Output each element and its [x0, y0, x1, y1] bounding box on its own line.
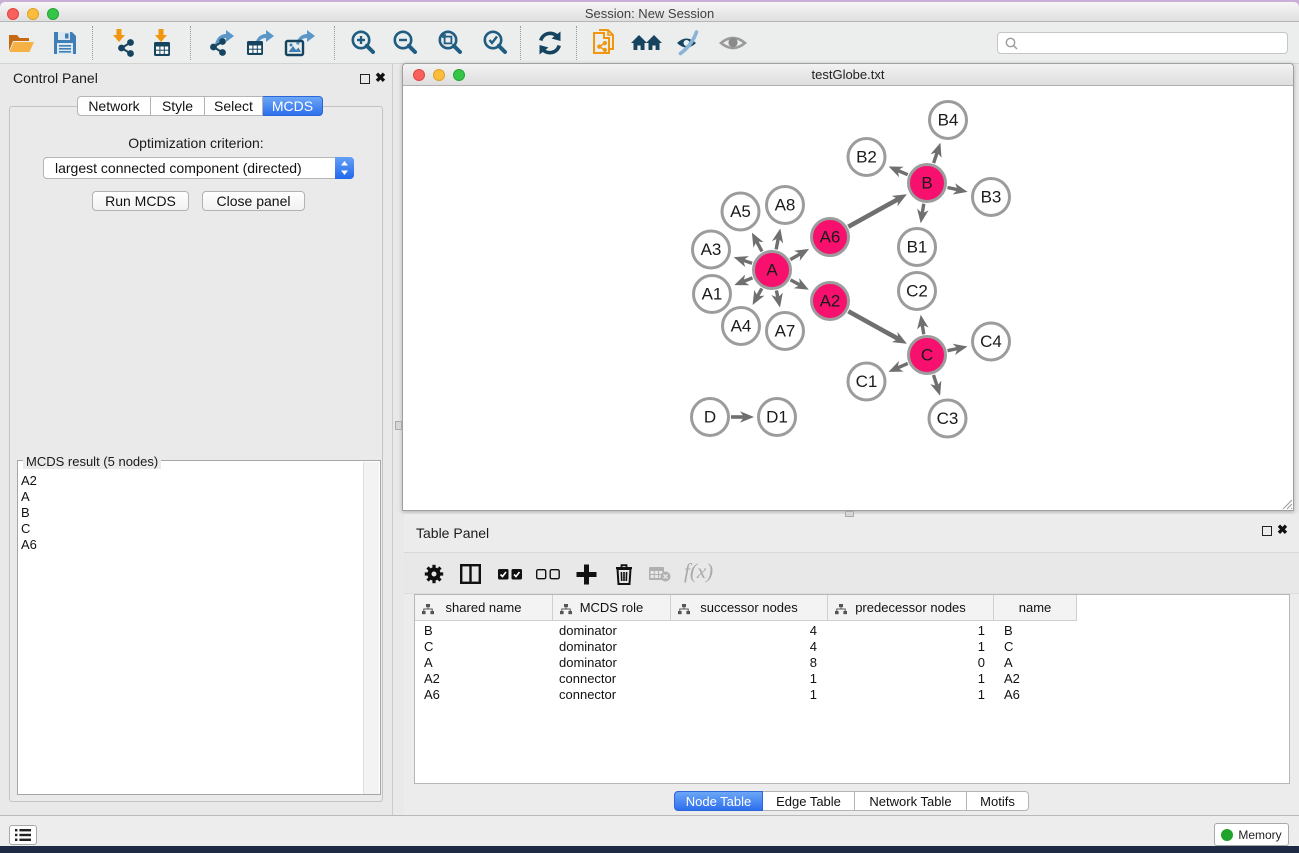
svg-text:C1: C1	[856, 372, 878, 391]
svg-text:B2: B2	[856, 148, 877, 167]
svg-text:A: A	[766, 261, 778, 280]
svg-text:A8: A8	[775, 196, 796, 215]
svg-text:C3: C3	[937, 409, 959, 428]
svg-text:D1: D1	[766, 408, 788, 427]
svg-text:B4: B4	[938, 111, 959, 130]
svg-text:B1: B1	[907, 238, 928, 257]
svg-text:C4: C4	[980, 332, 1002, 351]
svg-text:A3: A3	[701, 240, 722, 259]
svg-text:A1: A1	[702, 285, 723, 304]
svg-text:D: D	[704, 408, 716, 427]
svg-text:C2: C2	[906, 282, 928, 301]
svg-text:A4: A4	[731, 317, 752, 336]
svg-text:A7: A7	[775, 322, 796, 341]
svg-text:A5: A5	[730, 202, 751, 221]
svg-text:B3: B3	[981, 188, 1002, 207]
svg-text:B: B	[921, 174, 932, 193]
svg-text:A2: A2	[820, 292, 841, 311]
svg-text:A6: A6	[820, 228, 841, 247]
svg-text:C: C	[921, 346, 933, 365]
